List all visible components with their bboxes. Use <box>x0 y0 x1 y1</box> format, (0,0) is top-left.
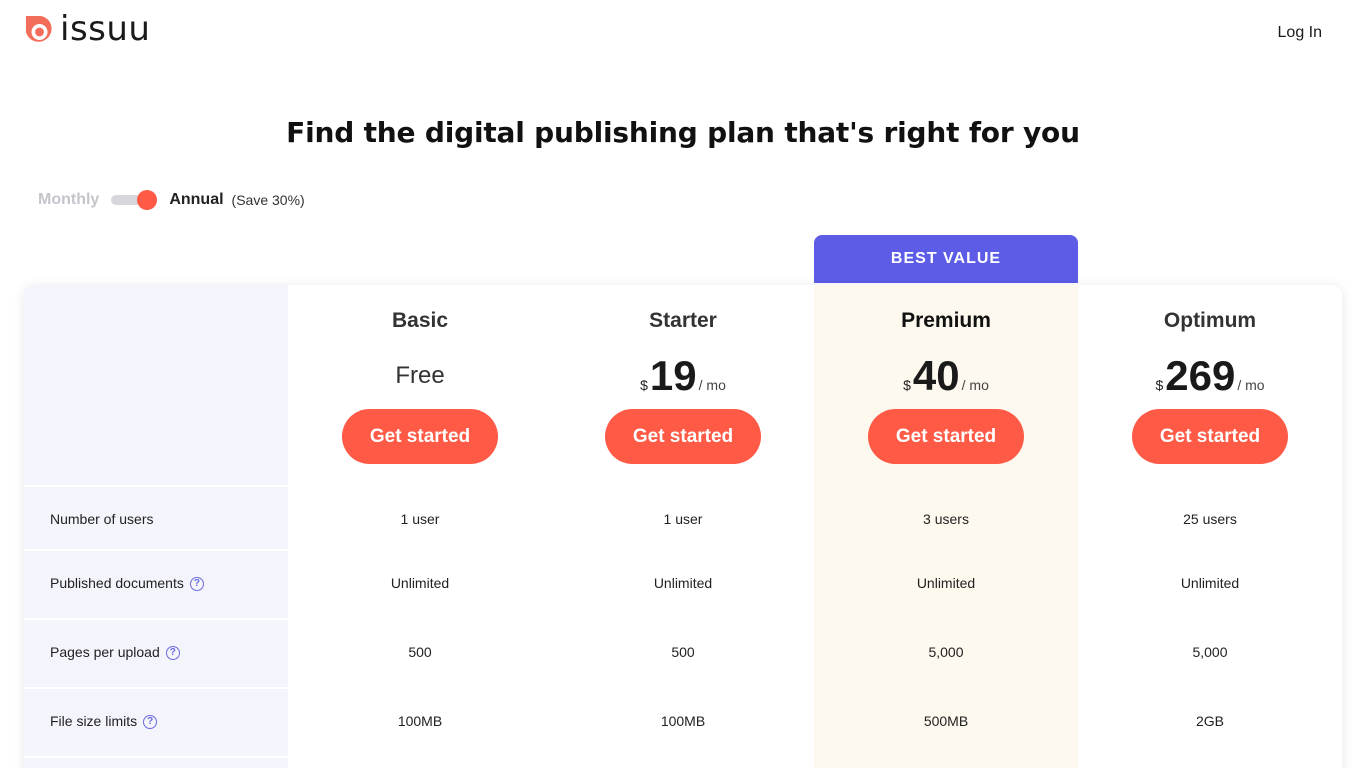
feature-row-pages-per-upload: Pages per upload? 500 500 5,000 5,000 <box>24 618 1342 686</box>
price-amount: 269 <box>1165 352 1236 399</box>
login-link[interactable]: Log In <box>1278 24 1322 42</box>
toggle-knob[interactable] <box>137 190 158 210</box>
annual-savings-note: (Save 30%) <box>231 192 305 208</box>
feature-value: 25 users <box>1183 511 1237 527</box>
plan-basic: Basic Free Get started <box>288 285 552 485</box>
price-amount: 19 <box>649 352 697 399</box>
feature-value: 5,000 <box>1192 644 1228 660</box>
annual-label[interactable]: Annual <box>169 191 223 209</box>
plan-optimum: Optimum $ 269 / mo Get started <box>1078 285 1342 485</box>
basic-get-started-button[interactable]: Get started <box>342 409 498 464</box>
price-currency: $ <box>903 377 911 393</box>
plan-name: Premium <box>901 309 991 332</box>
feature-value: 1 user <box>663 511 703 527</box>
feature-value: 3 users <box>923 511 969 527</box>
row-divider <box>24 756 288 758</box>
feature-row-users: Number of users 1 user 1 user 3 users 25… <box>24 485 1342 553</box>
help-icon[interactable]: ? <box>189 577 204 591</box>
feature-value: 2GB <box>1195 713 1224 729</box>
feature-value: Unlimited <box>916 575 976 591</box>
price-free: Free <box>395 362 445 389</box>
issuu-logo[interactable]: issuu <box>24 9 151 49</box>
billing-toggle[interactable] <box>111 188 158 212</box>
feature-label-text: Number of users <box>50 511 154 527</box>
feature-label-text: File size limits <box>50 713 138 729</box>
feature-value: 100MB <box>660 713 706 729</box>
feature-label: Pages per upload? <box>50 618 180 686</box>
page-title: Find the digital publishing plan that's … <box>286 116 1080 149</box>
plan-price: $ 19 / mo <box>551 353 815 399</box>
feature-value: 5,000 <box>928 644 964 660</box>
billing-period-switch: Monthly Annual (Save 30%) <box>38 188 305 212</box>
pricing-table: Basic Free Get started Starter $ 19 / mo… <box>24 285 1342 768</box>
feature-label-text: Pages per upload <box>50 644 160 660</box>
plan-name: Starter <box>649 309 717 332</box>
feature-label: File size limits? <box>50 687 158 755</box>
brand-wordmark: issuu <box>60 9 151 49</box>
feature-value: 1 user <box>400 511 440 527</box>
starter-get-started-button[interactable]: Get started <box>605 409 761 464</box>
premium-get-started-button[interactable]: Get started <box>868 409 1024 464</box>
feature-label: Published documents? <box>50 549 204 617</box>
price-period: / mo <box>961 377 989 393</box>
monthly-label[interactable]: Monthly <box>38 191 99 209</box>
plan-price: $ 269 / mo <box>1078 353 1342 399</box>
feature-row-published-documents: Published documents? Unlimited Unlimited… <box>24 549 1342 617</box>
plan-name: Basic <box>391 309 449 332</box>
plan-price: $ 40 / mo <box>814 353 1078 399</box>
price-currency: $ <box>640 377 648 393</box>
plan-name: Optimum <box>1163 309 1257 332</box>
feature-value: 100MB <box>397 713 443 729</box>
feature-value: Unlimited <box>653 575 713 591</box>
price-currency: $ <box>1155 377 1164 393</box>
help-icon[interactable]: ? <box>165 646 180 660</box>
feature-row-file-size-limits: File size limits? 100MB 100MB 500MB 2GB <box>24 687 1342 755</box>
feature-value: Unlimited <box>390 575 450 591</box>
plan-starter: Starter $ 19 / mo Get started <box>551 285 815 485</box>
price-period: / mo <box>698 377 726 393</box>
issuu-logo-icon <box>26 16 52 42</box>
plan-price: Free <box>288 353 552 399</box>
help-icon[interactable]: ? <box>143 715 158 729</box>
feature-value: Unlimited <box>1180 575 1240 591</box>
best-value-banner: BEST VALUE <box>814 235 1078 283</box>
feature-label-text: Published documents <box>50 575 184 591</box>
feature-value: 500MB <box>923 713 969 729</box>
price-period: / mo <box>1237 377 1265 393</box>
feature-label: Number of users <box>50 485 153 553</box>
price-amount: 40 <box>912 352 960 399</box>
feature-value: 500 <box>408 644 432 660</box>
feature-value: 500 <box>671 644 695 660</box>
plan-premium: Premium $ 40 / mo Get started <box>814 285 1078 485</box>
optimum-get-started-button[interactable]: Get started <box>1132 409 1288 464</box>
